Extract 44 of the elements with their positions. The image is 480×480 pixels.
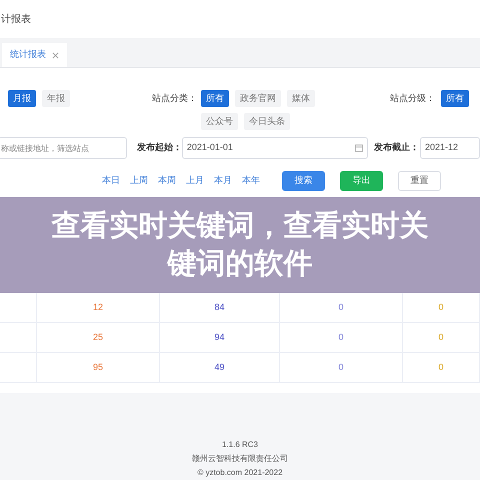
table-cell: 0 bbox=[280, 293, 403, 322]
table-cell: 0 bbox=[280, 353, 403, 382]
company-name: 赣州云智科技有限责任公司 bbox=[192, 453, 288, 465]
date-range-link[interactable]: 本周 bbox=[158, 174, 176, 188]
filter-chip[interactable]: 政务官网 bbox=[235, 90, 281, 107]
table-cell: 94 bbox=[160, 323, 280, 352]
reset-button[interactable]: 重置 bbox=[398, 171, 441, 191]
export-button[interactable]: 导出 bbox=[340, 171, 383, 191]
date-range-link[interactable]: 上月 bbox=[186, 174, 204, 188]
table-cell: 0 bbox=[280, 323, 403, 352]
field-label: 站点分类： bbox=[151, 92, 197, 105]
table-cell: 0 bbox=[403, 353, 480, 382]
table-cell: 95 bbox=[37, 353, 160, 382]
date-range-link[interactable]: 本月 bbox=[214, 174, 232, 188]
filter-chip[interactable]: 公众号 bbox=[201, 113, 238, 130]
close-icon[interactable] bbox=[52, 52, 59, 58]
search-button[interactable]: 搜索 bbox=[282, 171, 325, 191]
filter-chip[interactable]: 所有 bbox=[201, 90, 229, 107]
date-range-link[interactable]: 本日 bbox=[102, 174, 120, 188]
table-cell: 84 bbox=[160, 293, 280, 322]
search-field[interactable]: 称或链接地址，筛选站点 bbox=[0, 137, 127, 159]
field-label: 站点分级： bbox=[390, 92, 435, 105]
filter-chip[interactable]: 媒体 bbox=[287, 90, 315, 107]
date-range-link[interactable]: 本年 bbox=[242, 174, 260, 188]
tab[interactable]: 统计报表 bbox=[2, 43, 67, 67]
version-text: 1.1.6 RC3 bbox=[222, 439, 258, 451]
calendar-icon bbox=[355, 144, 364, 152]
filter-chip[interactable]: 今日头条 bbox=[244, 113, 290, 130]
field-label: 发布起始： bbox=[136, 141, 182, 154]
table-cell: 12 bbox=[37, 293, 160, 322]
table-cell: 25 bbox=[37, 323, 160, 352]
field-label: 发布截止： bbox=[374, 141, 420, 154]
table-cell: 49 bbox=[160, 353, 280, 382]
date-field[interactable]: 2021-01-01 bbox=[182, 137, 368, 159]
copyright-text: © yztob.com 2021-2022 bbox=[197, 467, 283, 479]
filter-chip[interactable]: 所有 bbox=[441, 90, 469, 107]
table-cell: 0 bbox=[403, 323, 480, 352]
date-field[interactable]: 2021-12 bbox=[420, 137, 480, 159]
filter-chip[interactable]: 月报 bbox=[8, 90, 36, 107]
table-cell: 0 bbox=[403, 293, 480, 322]
banner-title: 查看实时关键词，查看实时关键词的软件 bbox=[50, 208, 430, 282]
date-range-link[interactable]: 上周 bbox=[130, 174, 148, 188]
page-title: 计报表 bbox=[1, 12, 31, 26]
filter-chip[interactable]: 年报 bbox=[42, 90, 70, 107]
